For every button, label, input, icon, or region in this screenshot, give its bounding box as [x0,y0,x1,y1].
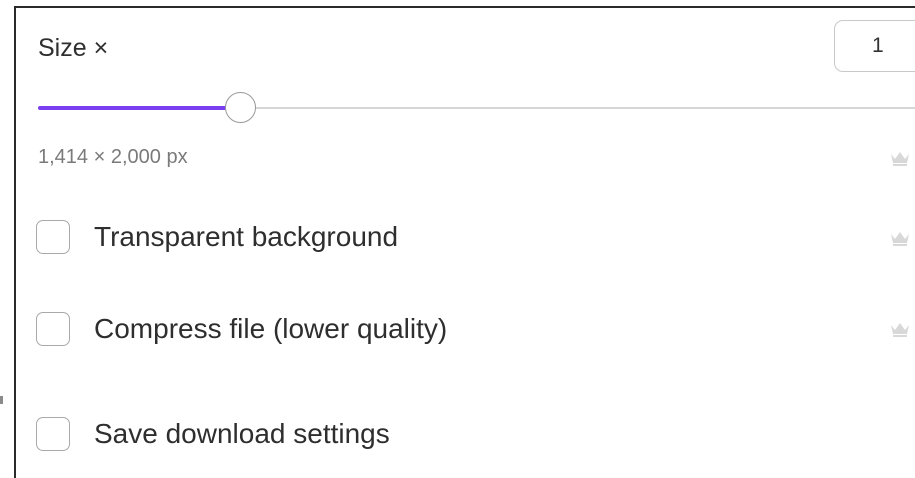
left-edge-mark [0,396,3,404]
option-transparent-background[interactable]: Transparent background [36,217,398,257]
save-download-settings-label: Save download settings [94,418,390,449]
transparent-background-label: Transparent background [94,221,399,252]
download-settings-panel: Size × 1 1,414 × 2,000 px Transparent ba… [14,6,915,478]
option-save-download-settings[interactable]: Save download settings [36,414,390,454]
size-multiplier-input[interactable]: 1 [834,20,915,72]
size-label: Size × [38,34,109,62]
slider-fill [38,106,240,110]
save-download-settings-checkbox[interactable] [36,417,70,451]
compress-file-label: Compress file (lower quality) [94,313,448,344]
crown-icon [890,150,910,166]
transparent-background-checkbox[interactable] [36,220,70,254]
option-compress-file[interactable]: Compress file (lower quality) [36,309,447,349]
crown-icon [890,230,910,246]
compress-file-checkbox[interactable] [36,312,70,346]
slider-thumb[interactable] [225,92,256,123]
crown-icon [890,321,910,337]
export-dimensions: 1,414 × 2,000 px [38,146,188,168]
size-slider[interactable] [38,92,915,124]
